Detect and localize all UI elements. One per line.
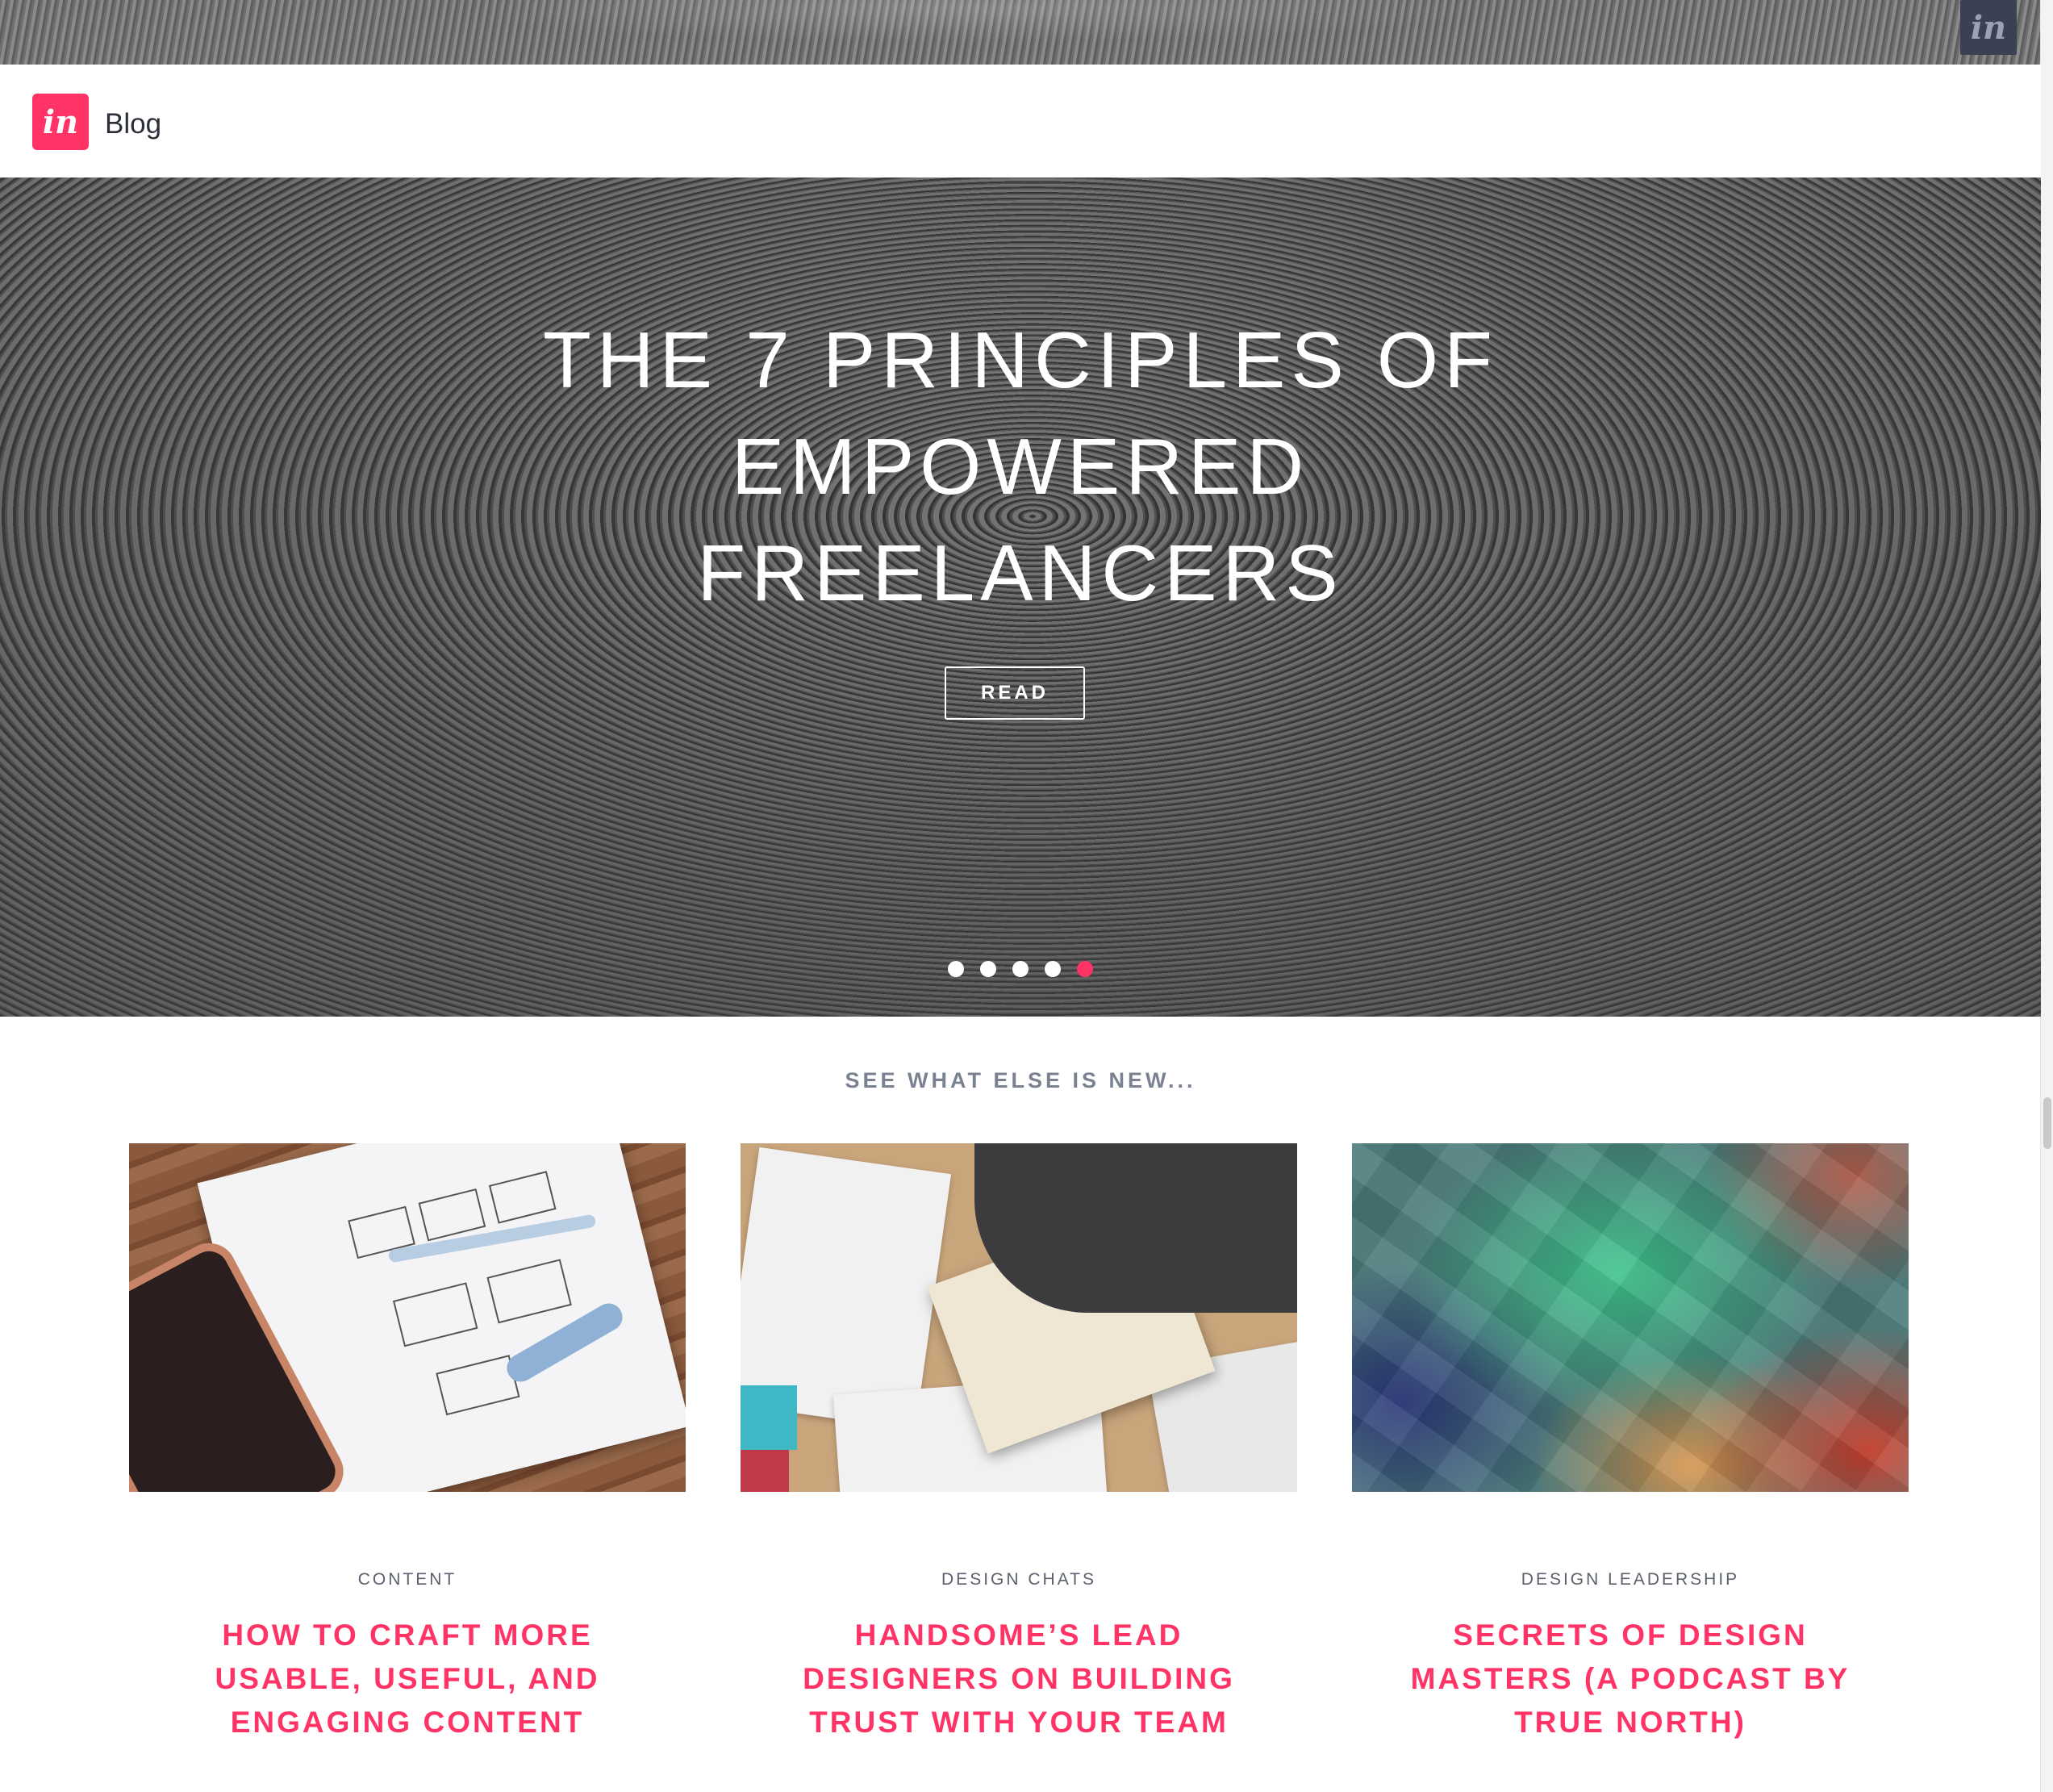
hero-title-line: FREELANCERS [697, 528, 1344, 617]
polygon-gradient-image[interactable] [1352, 1143, 1909, 1492]
wireframe-box [486, 1259, 572, 1324]
article-card[interactable]: DESIGN LEADERSHIP SECRETS OF DESIGN MAST… [1352, 1143, 1909, 1744]
sticky-note [741, 1385, 797, 1450]
slider-dot-2[interactable] [980, 961, 996, 977]
scrollbar[interactable] [2040, 0, 2053, 1792]
section-heading: SEE WHAT ELSE IS NEW... [845, 1068, 1196, 1092]
hero-title-line: THE 7 PRINCIPLES OF [542, 315, 1498, 404]
invision-badge-icon[interactable]: in [1960, 0, 2017, 55]
invision-logo-icon[interactable]: in [32, 94, 89, 150]
card-title[interactable]: HANDSOME’S LEAD DESIGNERS ON BUILDING TR… [741, 1614, 1297, 1744]
slider-dot-5[interactable] [1077, 961, 1093, 977]
hero-title[interactable]: THE 7 PRINCIPLES OF EMPOWERED FREELANCER… [0, 307, 2041, 626]
notebook-wireframe-image[interactable] [129, 1143, 686, 1492]
article-card[interactable]: CONTENT HOW TO CRAFT MORE USABLE, USEFUL… [129, 1143, 686, 1744]
hero-title-line: EMPOWERED [731, 422, 1310, 511]
read-button[interactable]: READ [945, 666, 1085, 720]
polygon-facets [1352, 1143, 1909, 1492]
scrollbar-thumb[interactable] [2043, 1097, 2051, 1149]
navbar: in Blog [0, 65, 2041, 178]
sticky-note [741, 1450, 789, 1492]
card-title[interactable]: HOW TO CRAFT MORE USABLE, USEFUL, AND EN… [129, 1614, 686, 1744]
card-category[interactable]: DESIGN LEADERSHIP [1352, 1570, 1909, 1589]
wireframe-box [392, 1282, 478, 1347]
wireframe-box [418, 1188, 486, 1242]
card-category[interactable]: CONTENT [129, 1570, 686, 1589]
card-title[interactable]: SECRETS OF DESIGN MASTERS (A PODCAST BY … [1352, 1614, 1909, 1744]
slider-dot-3[interactable] [1012, 961, 1029, 977]
slider-dot-1[interactable] [948, 961, 964, 977]
hero-slider: THE 7 PRINCIPLES OF EMPOWERED FREELANCER… [0, 178, 2041, 1017]
slider-dots [948, 961, 1093, 977]
slider-dot-4[interactable] [1045, 961, 1061, 977]
person-arm [974, 1143, 1297, 1313]
previous-hero-strip [0, 0, 2041, 65]
card-category[interactable]: DESIGN CHATS [741, 1570, 1297, 1589]
blog-link[interactable]: Blog [105, 108, 161, 140]
sketches-table-image[interactable] [741, 1143, 1297, 1492]
wireframe-box [488, 1171, 557, 1224]
article-card[interactable]: DESIGN CHATS HANDSOME’S LEAD DESIGNERS O… [741, 1143, 1297, 1744]
